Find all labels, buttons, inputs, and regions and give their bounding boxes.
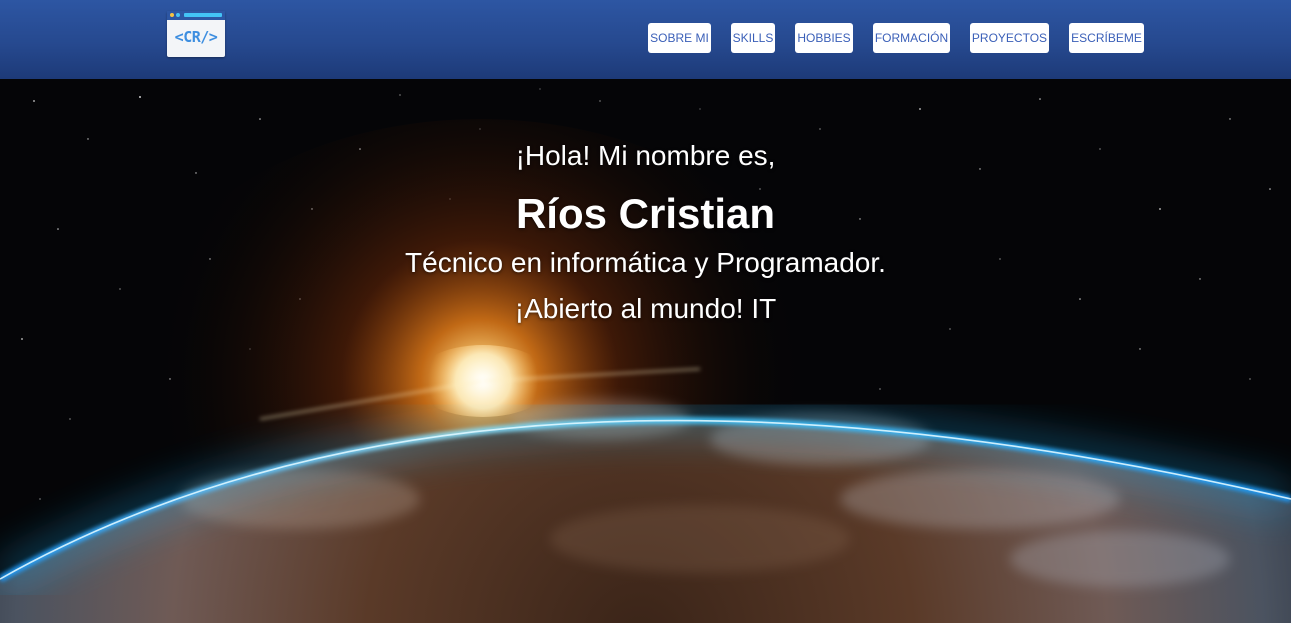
hero-section: ¡Hola! Mi nombre es, Ríos Cristian Técni… <box>0 79 1291 623</box>
hero-tagline: ¡Abierto al mundo! IT <box>514 293 777 324</box>
logo-dot-blue <box>176 13 180 17</box>
nav-proyectos[interactable]: PROYECTOS <box>970 23 1049 53</box>
hero-title: Técnico en informática y Programador. <box>405 247 886 278</box>
logo-address-line <box>184 13 222 17</box>
site-logo[interactable]: <CR/> <box>167 11 225 57</box>
hero-name: Ríos Cristian <box>515 190 776 237</box>
logo-text: <CR/> <box>174 28 218 46</box>
nav-sobre-mi[interactable]: SOBRE MI <box>648 23 711 53</box>
nav-escribeme[interactable]: ESCRÍBEME <box>1069 23 1144 53</box>
nav-skills[interactable]: SKILLS <box>731 23 775 53</box>
nav-hobbies[interactable]: HOBBIES <box>795 23 853 53</box>
nav-formacion[interactable]: FORMACIÓN <box>873 23 950 53</box>
logo-dot-yellow <box>170 13 174 17</box>
logo-window-bar <box>167 11 225 20</box>
hero-greeting: ¡Hola! Mi nombre es, <box>515 140 776 171</box>
top-navbar: <CR/> SOBRE MI SKILLS HOBBIES FORMACIÓN … <box>0 0 1291 79</box>
